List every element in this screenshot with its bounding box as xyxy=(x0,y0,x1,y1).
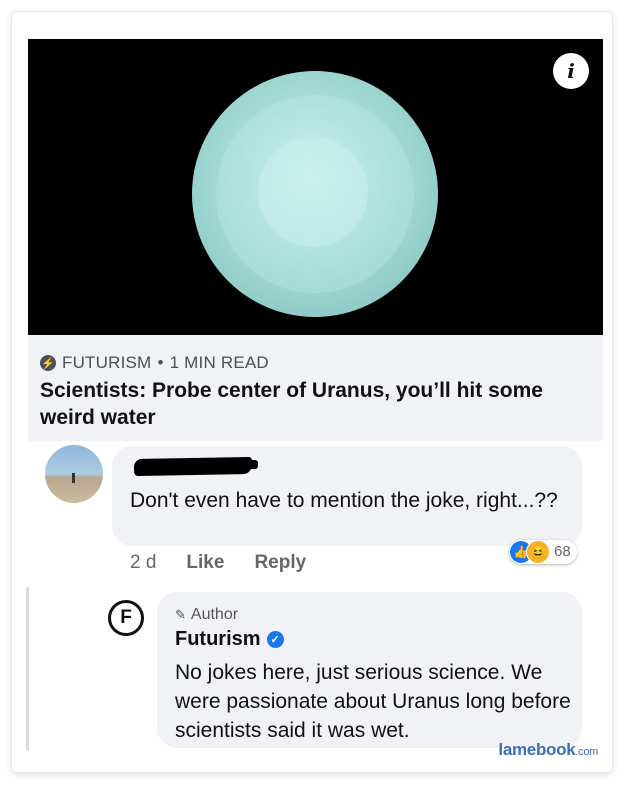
uranus-planet-image xyxy=(192,71,438,317)
info-icon[interactable]: i xyxy=(553,53,589,89)
reaction-count: 68 xyxy=(554,543,571,560)
commenter-avatar[interactable] xyxy=(45,445,103,503)
comment-bubble: Don't even have to mention the joke, rig… xyxy=(112,446,582,546)
author-tag-label: Author xyxy=(190,606,239,623)
reply-thread-line xyxy=(26,587,29,751)
link-preview[interactable]: ⚡ FUTURISM • 1 MIN READ Scientists: Prob… xyxy=(28,335,603,441)
futurism-avatar[interactable]: F xyxy=(108,600,144,636)
comment-timestamp[interactable]: 2 d xyxy=(130,552,156,574)
planet-highlight xyxy=(258,137,368,247)
verified-check-icon: ✓ xyxy=(266,631,284,648)
author-badge: ✎ Author xyxy=(175,606,238,624)
avatar-person-silhouette xyxy=(72,473,75,483)
reaction-summary[interactable]: 👍 😆 68 xyxy=(509,540,577,564)
screenshot-frame: i ⚡ FUTURISM • 1 MIN READ Scientists: Pr… xyxy=(12,12,612,772)
read-time: 1 MIN READ xyxy=(169,353,269,372)
watermark-tld: .com xyxy=(575,746,598,758)
separator-dot: • xyxy=(157,353,164,372)
reply-button[interactable]: Reply xyxy=(254,552,306,574)
pencil-icon: ✎ xyxy=(175,607,186,622)
lamebook-watermark: lamebook.com xyxy=(498,740,598,760)
haha-icon: 😆 xyxy=(526,540,550,564)
like-button[interactable]: Like xyxy=(186,552,224,574)
reply-author: Futurism ✓ xyxy=(175,628,284,651)
reply-text: No jokes here, just serious science. We … xyxy=(175,661,571,742)
redacted-commenter-name xyxy=(133,456,253,477)
redacted-commenter-name-tail xyxy=(238,460,258,469)
article-headline[interactable]: Scientists: Probe center of Uranus, you’… xyxy=(40,377,590,431)
article-source-line: ⚡ FUTURISM • 1 MIN READ xyxy=(40,353,269,373)
comment-actions: 2 d Like Reply xyxy=(130,552,306,574)
reply-bubble: ✎ Author Futurism ✓ No jokes here, just … xyxy=(157,592,582,748)
bolt-icon: ⚡ xyxy=(40,355,56,371)
source-name: FUTURISM xyxy=(62,353,152,372)
article-image[interactable]: i xyxy=(28,39,603,335)
comment-text: Don't even have to mention the joke, rig… xyxy=(130,489,558,512)
watermark-name: lamebook xyxy=(498,740,576,759)
reply-author-name[interactable]: Futurism xyxy=(175,628,261,651)
